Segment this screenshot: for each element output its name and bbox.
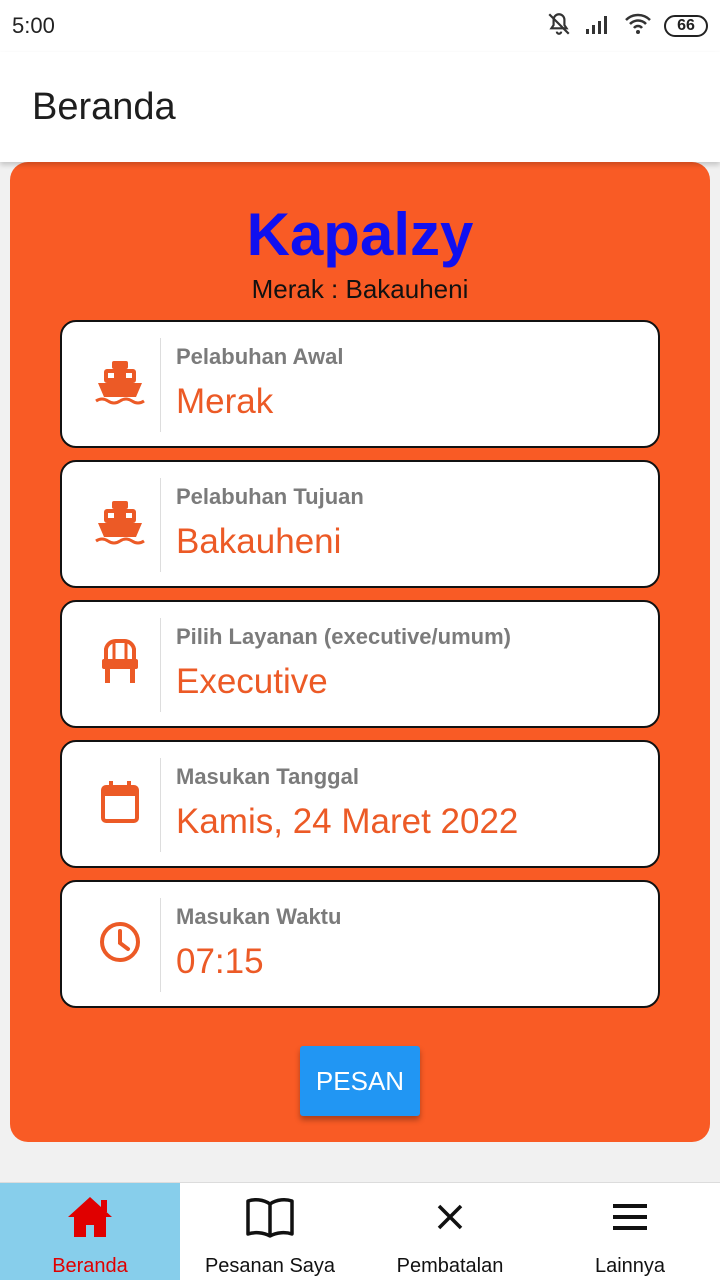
wifi-icon — [624, 13, 652, 40]
nav-label: Lainnya — [594, 1255, 666, 1277]
mute-icon — [546, 11, 572, 42]
home-icon — [65, 1193, 115, 1241]
ship-icon — [90, 492, 150, 552]
field-divider — [160, 478, 161, 572]
menu-icon — [612, 1193, 648, 1241]
time-field[interactable]: Masukan Waktu 07:15 — [60, 880, 660, 1008]
nav-label: Pesanan Saya — [204, 1255, 336, 1277]
field-value: Merak — [176, 382, 274, 421]
field-label: Masukan Tanggal — [176, 764, 359, 789]
battery-indicator: 66 — [664, 15, 708, 37]
status-time: 5:00 — [12, 13, 55, 38]
field-divider — [160, 758, 161, 852]
nav-item-beranda[interactable]: Beranda — [0, 1183, 180, 1280]
chair-icon — [90, 632, 150, 692]
field-label: Pelabuhan Awal — [176, 344, 344, 369]
signal-icon — [584, 13, 612, 40]
destination-port-field[interactable]: Pelabuhan Tujuan Bakauheni — [60, 460, 660, 588]
field-divider — [160, 618, 161, 712]
booking-card: Kapalzy Merak : Bakauheni Pelabuhan Awal… — [10, 162, 710, 1142]
field-divider — [160, 898, 161, 992]
nav-item-pembatalan[interactable]: Pembatalan — [360, 1183, 540, 1280]
field-label: Pelabuhan Tujuan — [176, 484, 364, 509]
nav-item-pesanan-saya[interactable]: Pesanan Saya — [180, 1183, 360, 1280]
origin-port-field[interactable]: Pelabuhan Awal Merak — [60, 320, 660, 448]
calendar-icon — [90, 772, 150, 832]
brand-title: Kapalzy — [246, 201, 474, 268]
nav-label: Pembatalan — [396, 1255, 504, 1277]
close-icon — [435, 1193, 465, 1241]
bottom-nav: Beranda Pesanan Saya Pembatalan Lainnya — [0, 1182, 720, 1280]
page-title: Beranda — [32, 85, 176, 128]
date-field[interactable]: Masukan Tanggal Kamis, 24 Maret 2022 — [60, 740, 660, 868]
route-subtitle: Merak : Bakauheni — [251, 274, 469, 304]
field-label: Pilih Layanan (executive/umum) — [176, 624, 511, 649]
field-value: Bakauheni — [176, 522, 342, 561]
service-class-field[interactable]: Pilih Layanan (executive/umum) Executive — [60, 600, 660, 728]
status-icons: 66 — [546, 11, 708, 42]
nav-item-lainnya[interactable]: Lainnya — [540, 1183, 720, 1280]
app-bar: Beranda — [0, 52, 720, 162]
field-divider — [160, 338, 161, 432]
nav-label: Beranda — [52, 1255, 128, 1277]
status-bar: 5:00 66 — [0, 0, 720, 52]
order-button[interactable]: PESAN — [300, 1046, 420, 1116]
ship-icon — [90, 352, 150, 412]
field-value: 07:15 — [176, 942, 264, 981]
field-value: Kamis, 24 Maret 2022 — [176, 802, 519, 841]
clock-icon — [90, 912, 150, 972]
book-icon — [245, 1193, 295, 1241]
field-label: Masukan Waktu — [176, 904, 342, 929]
field-value: Executive — [176, 662, 328, 701]
